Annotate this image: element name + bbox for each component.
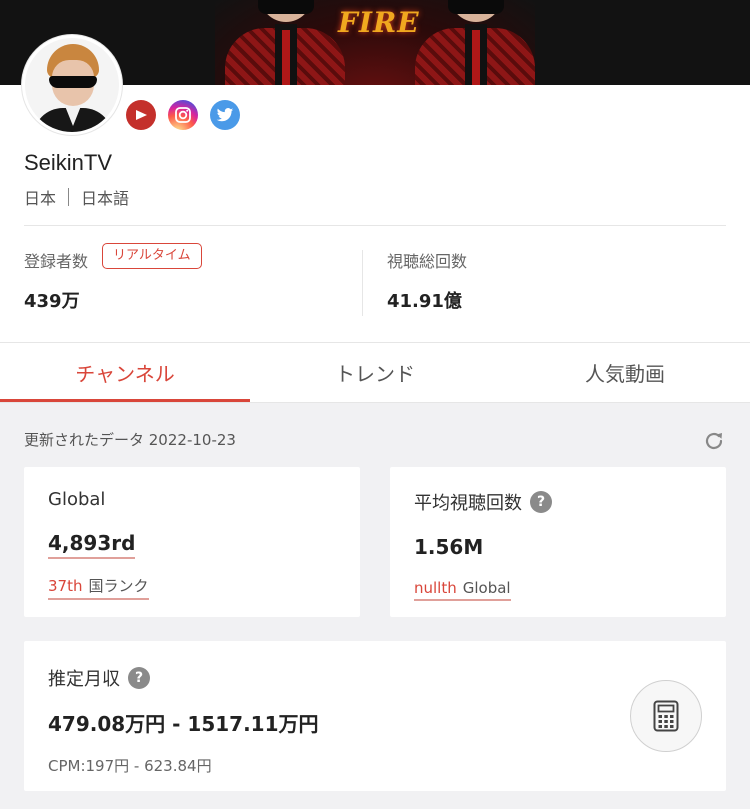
- income-title-text: 推定月収: [48, 669, 120, 690]
- calculator-button[interactable]: [630, 680, 702, 752]
- meta-divider: [68, 188, 70, 206]
- views-value: 41.91億: [387, 291, 462, 312]
- subscribers-value: 439万: [24, 291, 80, 312]
- channel-avatar[interactable]: [22, 35, 122, 135]
- help-icon[interactable]: ?: [530, 491, 552, 513]
- views-label: 視聴総回数: [387, 252, 468, 271]
- stats-divider: [362, 250, 363, 316]
- avg-views-rank-number: nullth: [414, 579, 457, 597]
- channel-language: 日本語: [81, 189, 130, 208]
- cpm-range: CPM:197円 - 623.84円: [48, 757, 212, 775]
- tab-channel[interactable]: チャンネル: [0, 343, 250, 402]
- banner-fire-text: FIRE: [338, 6, 420, 39]
- avg-views-title-text: 平均視聴回数: [414, 493, 522, 514]
- active-tab-indicator: [0, 399, 250, 402]
- avg-views-value: 1.56M: [414, 535, 484, 559]
- global-rank-value: 4,893rd: [48, 531, 136, 559]
- avg-views-rank-label: Global: [462, 579, 511, 597]
- calculator-icon: [653, 700, 679, 732]
- country-rank-link[interactable]: 37th 国ランク: [48, 575, 149, 600]
- help-icon[interactable]: ?: [128, 667, 150, 689]
- subscribers-label: 登録者数: [24, 252, 89, 271]
- realtime-badge[interactable]: リアルタイム: [102, 243, 202, 269]
- global-rank-number: 4,893rd: [48, 531, 136, 559]
- youtube-icon[interactable]: [126, 100, 156, 130]
- instagram-icon[interactable]: [168, 100, 198, 130]
- country-rank-number: 37th: [48, 577, 83, 595]
- global-rank-card: Global 4,893rd 37th 国ランク: [24, 467, 360, 617]
- tab-popular-videos[interactable]: 人気動画: [500, 343, 750, 402]
- tab-trend[interactable]: トレンド: [250, 343, 500, 402]
- channel-country: 日本: [24, 189, 57, 208]
- avg-views-title: 平均視聴回数 ?: [414, 489, 552, 515]
- refresh-icon[interactable]: [702, 429, 726, 453]
- country-rank-label: 国ランク: [88, 577, 149, 595]
- banner-figure-right: [415, 0, 535, 85]
- income-range-value: 479.08万円 - 1517.11万円: [48, 712, 319, 736]
- twitter-icon[interactable]: [210, 100, 240, 130]
- global-card-title: Global: [48, 489, 106, 510]
- channel-meta: 日本 日本語: [24, 185, 129, 209]
- channel-name: SeikinTV: [24, 150, 113, 175]
- banner-figure-left: [225, 0, 345, 85]
- avg-views-card: 平均視聴回数 ? 1.56M nullth Global: [390, 467, 726, 617]
- tab-bar: チャンネル トレンド 人気動画: [0, 342, 750, 403]
- avg-views-rank-link[interactable]: nullth Global: [414, 579, 511, 601]
- income-title: 推定月収 ?: [48, 665, 150, 691]
- updated-date: 更新されたデータ 2022-10-23: [24, 431, 236, 449]
- divider: [24, 225, 726, 226]
